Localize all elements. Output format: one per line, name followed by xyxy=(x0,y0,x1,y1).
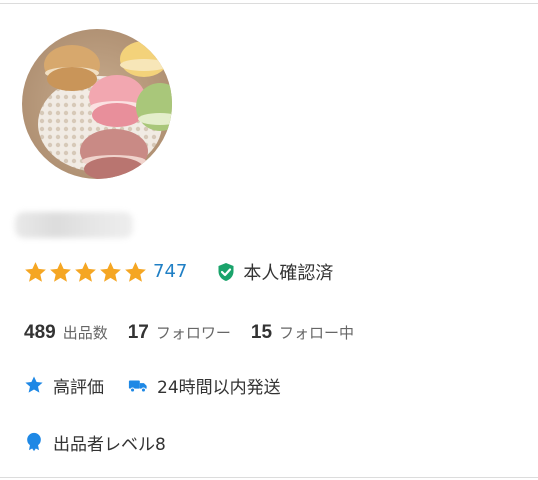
macaron-photo xyxy=(22,29,172,179)
stat-followers-label: フォロワー xyxy=(155,324,231,342)
rating-star-icon xyxy=(75,261,96,282)
stat-listings-label: 出品数 xyxy=(62,324,108,342)
stat-following-label: フォロー中 xyxy=(279,324,355,342)
seller-profile-card: 747 本人確認済 489 出品数 17 フォロワー 15 フォロー中 高評価 … xyxy=(0,4,538,477)
badge-fast-shipping: 24時間以内発送 xyxy=(128,373,281,398)
badge-high-rating: 高評価 xyxy=(24,373,104,398)
badge-fast-shipping-label: 24時間以内発送 xyxy=(157,377,281,398)
stat-followers[interactable]: 17 フォロワー xyxy=(128,322,231,344)
seller-level-badge: 出品者レベル8 xyxy=(24,430,166,455)
star-icon xyxy=(25,376,43,393)
stat-following[interactable]: 15 フォロー中 xyxy=(251,322,354,344)
medal-icon xyxy=(27,432,41,452)
stat-listings-value: 489 xyxy=(24,322,56,343)
rating-star-icon xyxy=(50,261,71,282)
avatar[interactable] xyxy=(22,29,172,179)
stat-followers-value: 17 xyxy=(127,322,149,343)
rating-stars[interactable] xyxy=(24,261,147,284)
rating-star-icon xyxy=(25,261,46,282)
bottom-divider xyxy=(0,477,538,478)
rating-star-icon xyxy=(100,261,121,282)
truck-icon xyxy=(128,380,147,393)
seller-level-row: 出品者レベル8 xyxy=(24,429,190,455)
rating-star-icon xyxy=(125,261,146,282)
identity-verified: 本人確認済 xyxy=(217,259,333,285)
rating-row: 747 本人確認済 xyxy=(24,259,333,285)
badges-row: 高評価 24時間以内発送 xyxy=(24,372,305,398)
identity-label: 本人確認済 xyxy=(243,263,334,284)
seller-level-label: 出品者レベル8 xyxy=(53,434,166,455)
stat-following-value: 15 xyxy=(250,322,273,343)
badge-high-rating-label: 高評価 xyxy=(53,377,104,398)
username-blurred xyxy=(15,212,133,238)
verified-shield-icon xyxy=(218,263,234,281)
stats-row: 489 出品数 17 フォロワー 15 フォロー中 xyxy=(24,320,374,346)
review-count-link[interactable]: 747 xyxy=(153,261,187,283)
stat-listings: 489 出品数 xyxy=(24,322,108,344)
